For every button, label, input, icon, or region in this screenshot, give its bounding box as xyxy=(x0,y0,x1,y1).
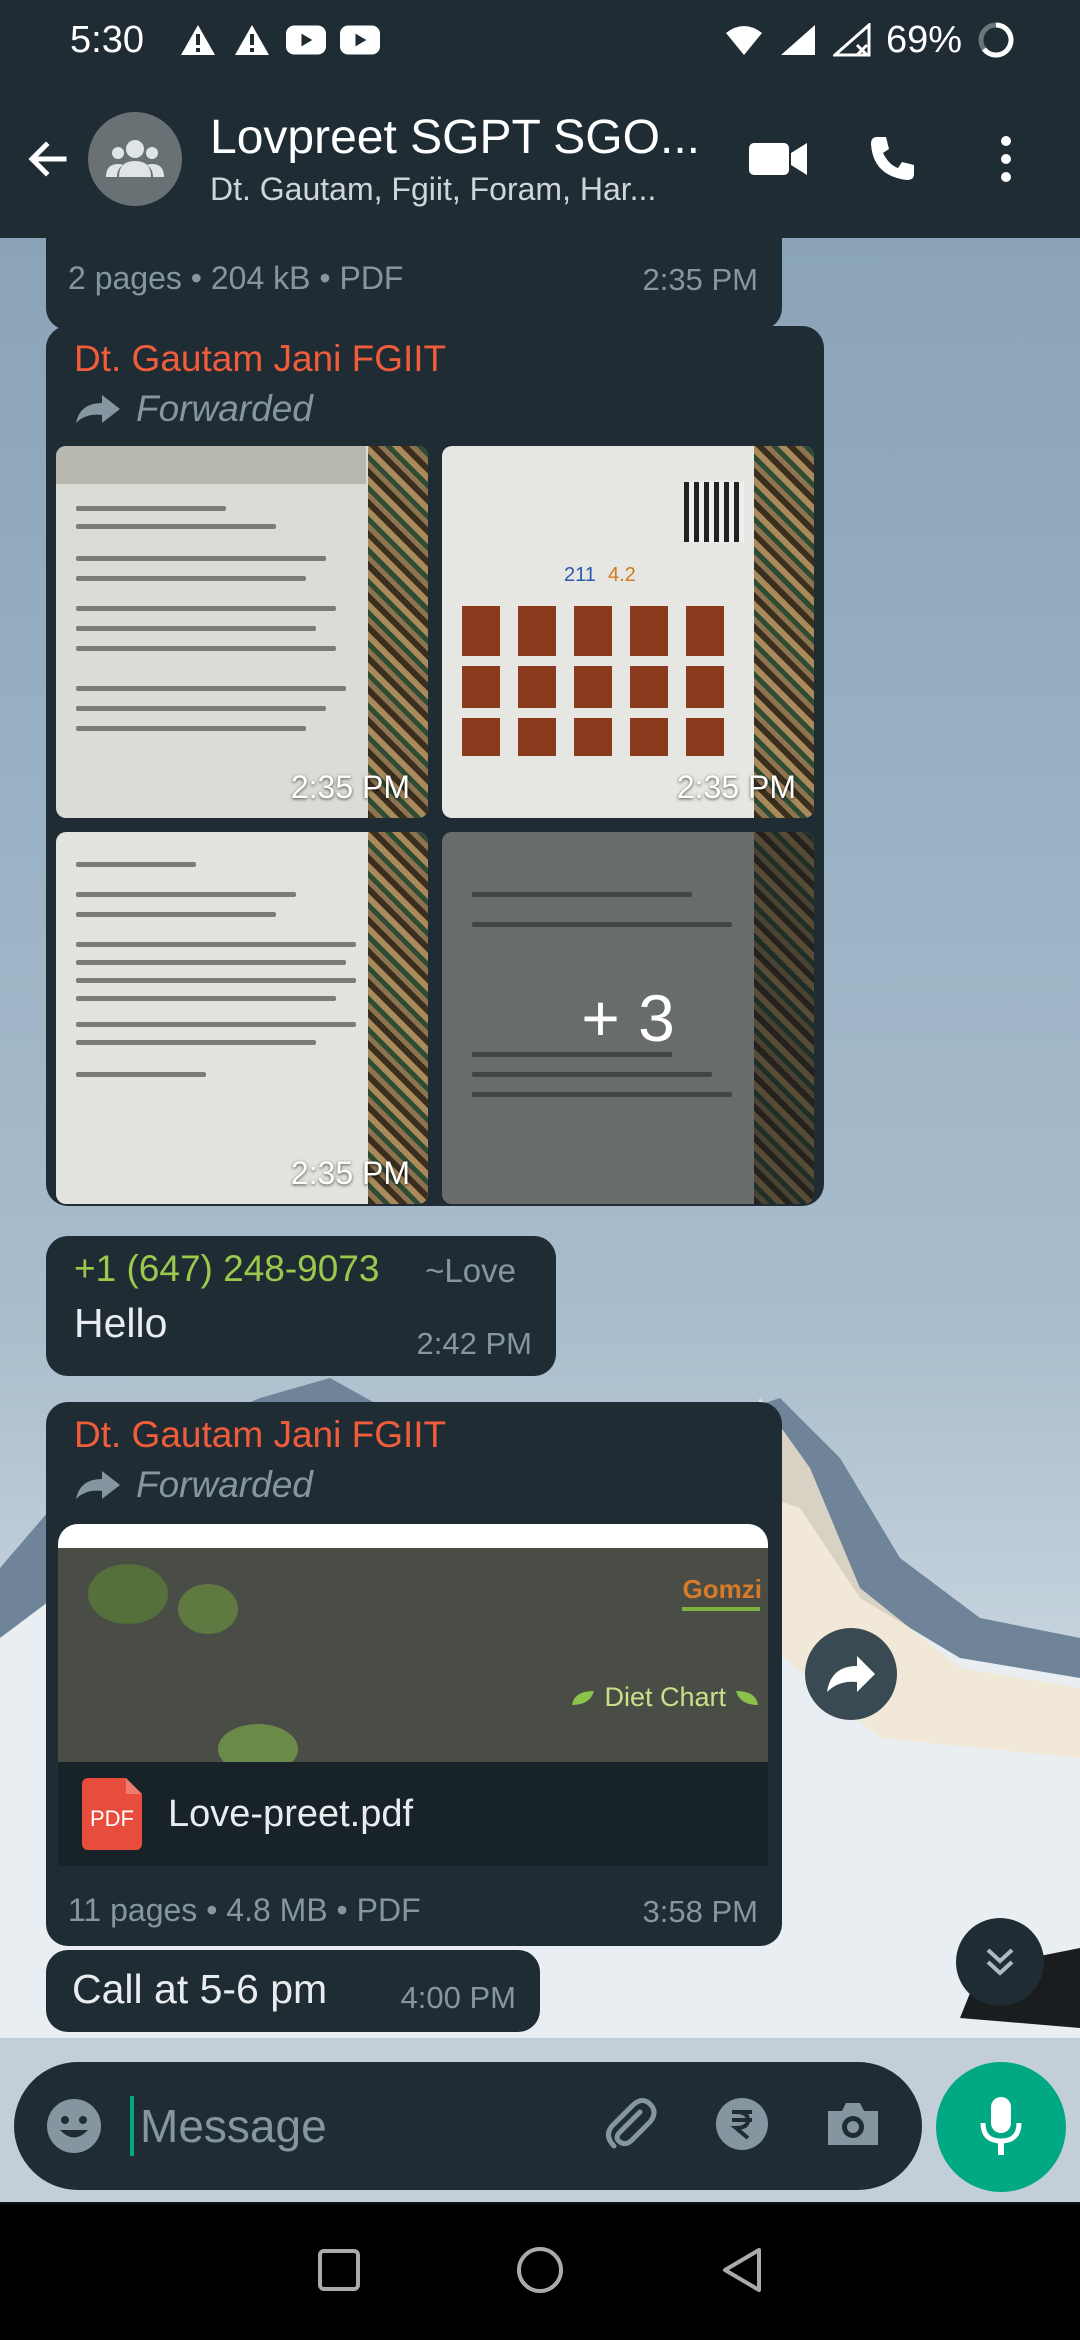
forwarded-label: Forwarded xyxy=(136,388,313,429)
message-text: Hello xyxy=(74,1300,168,1346)
group-icon xyxy=(106,140,164,177)
message-document-pdf[interactable]: Dt. Gautam Jani FGIIT Forwarded Gomzi Di… xyxy=(46,1402,782,1946)
sender-phone[interactable]: +1 (647) 248-9073 xyxy=(74,1248,380,1290)
chat-header: Lovpreet SGPT SGO... Dt. Gautam, Fgiit, … xyxy=(0,80,1080,238)
photo-time: 2:35 PM xyxy=(290,769,410,805)
scroll-to-bottom-button[interactable] xyxy=(956,1918,1044,2006)
pdf-file-icon: PDF xyxy=(82,1778,142,1850)
home-button[interactable] xyxy=(516,2246,564,2299)
group-avatar[interactable] xyxy=(88,112,182,206)
voice-message-button[interactable] xyxy=(936,2062,1066,2192)
photo-time: 2:35 PM xyxy=(676,769,796,805)
attach-button[interactable] xyxy=(600,2094,660,2159)
paperclip-icon xyxy=(606,2097,657,2148)
forwarded-icon xyxy=(76,1471,120,1499)
square-icon xyxy=(318,2248,360,2291)
message-call-time[interactable]: Call at 5-6 pm 4:00 PM xyxy=(46,1950,540,2032)
document-preview[interactable]: Gomzi Diet Chart xyxy=(58,1524,768,1762)
chat-title: Lovpreet SGPT SGO... xyxy=(210,111,700,164)
leaf-icon xyxy=(572,1690,595,1705)
battery-icon xyxy=(976,22,1016,58)
rupee-icon xyxy=(716,2097,768,2150)
message-time: 2:35 PM xyxy=(642,262,758,297)
sender-push-name: ~Love xyxy=(425,1252,516,1289)
forwarded-label: Forwarded xyxy=(136,1464,313,1505)
message-hello[interactable]: +1 (647) 248-9073 ~Love Hello 2:42 PM xyxy=(46,1236,556,1376)
leaf-icon xyxy=(736,1690,758,1705)
message-time: 4:00 PM xyxy=(400,1980,516,2015)
recents-button[interactable] xyxy=(317,2248,361,2297)
document-meta: 11 pages • 4.8 MB • PDF xyxy=(68,1892,421,1928)
camera-button[interactable] xyxy=(824,2099,882,2154)
more-photos-count: + 3 xyxy=(442,832,814,1204)
wifi-icon xyxy=(724,23,764,57)
triangle-back-icon xyxy=(723,2247,761,2292)
battery-percent: 69% xyxy=(885,18,962,61)
emoji-button[interactable] xyxy=(44,2096,104,2156)
back-nav-button[interactable] xyxy=(719,2246,763,2299)
payment-button[interactable] xyxy=(714,2096,770,2157)
message-time: 3:58 PM xyxy=(642,1894,758,1929)
message-input[interactable]: Message xyxy=(130,2096,327,2156)
microphone-icon xyxy=(980,2097,1022,2155)
pdf-icon-label: PDF xyxy=(90,1806,134,1831)
emoji-icon xyxy=(47,2099,101,2153)
album-photo[interactable]: 211 4.2 2:35 PM xyxy=(442,446,814,818)
document-file-row[interactable]: PDF Love-preet.pdf xyxy=(58,1762,768,1866)
alert-icon xyxy=(232,23,272,57)
chat-participants: Dt. Gautam, Fgiit, Foram, Har... xyxy=(210,171,657,207)
double-chevron-down-icon xyxy=(986,1948,1014,1976)
status-bar: 5:30 69% xyxy=(0,0,1080,80)
phone-icon xyxy=(871,137,914,180)
album-photo[interactable]: 2:35 PM xyxy=(56,832,428,1204)
message-text: Call at 5-6 pm xyxy=(72,1966,328,2012)
compose-bar: Message xyxy=(0,2040,1080,2210)
youtube-icon xyxy=(339,23,380,57)
signal-icon xyxy=(778,23,818,57)
preview-label: Diet Chart xyxy=(604,1682,726,1712)
status-time: 5:30 xyxy=(70,18,144,61)
document-filename: Love-preet.pdf xyxy=(168,1792,414,1835)
sender-name[interactable]: Dt. Gautam Jani FGIIT xyxy=(74,338,446,380)
video-camera-icon xyxy=(749,143,807,175)
compose-pill: Message xyxy=(14,2062,922,2190)
alert-icon xyxy=(178,23,218,57)
system-navigation-bar xyxy=(0,2204,1080,2340)
chat-title-block[interactable]: Lovpreet SGPT SGO... Dt. Gautam, Fgiit, … xyxy=(210,110,710,208)
camera-icon xyxy=(828,2102,878,2145)
album-photo-more[interactable]: + 3 xyxy=(442,832,814,1204)
message-photo-album[interactable]: Dt. Gautam Jani FGIIT Forwarded 2:35 PM xyxy=(46,326,824,1206)
sender-name[interactable]: Dt. Gautam Jani FGIIT xyxy=(74,1414,446,1456)
youtube-icon xyxy=(285,23,326,57)
share-arrow-icon xyxy=(827,1656,875,1692)
forward-button[interactable] xyxy=(805,1628,897,1720)
more-options-button[interactable] xyxy=(976,129,1036,189)
message-document-previous[interactable]: 2 pages • 204 kB • PDF 2:35 PM xyxy=(46,238,782,330)
signal-no-service-icon xyxy=(832,23,872,57)
circle-icon xyxy=(517,2246,563,2293)
arrow-left-icon xyxy=(28,141,67,177)
message-time: 2:42 PM xyxy=(416,1326,532,1361)
album-photo[interactable]: 2:35 PM xyxy=(56,446,428,818)
voice-call-button[interactable] xyxy=(862,129,922,189)
gomzi-logo: Gomzi xyxy=(668,1574,768,1630)
photo-time: 2:35 PM xyxy=(290,1155,410,1191)
chat-area[interactable]: 2 pages • 204 kB • PDF 2:35 PM Dt. Gauta… xyxy=(0,238,1080,2202)
back-button[interactable] xyxy=(12,123,84,195)
video-call-button[interactable] xyxy=(748,129,808,189)
document-meta: 2 pages • 204 kB • PDF xyxy=(68,260,404,296)
forwarded-icon xyxy=(76,395,120,423)
kebab-menu-icon xyxy=(1001,136,1011,182)
